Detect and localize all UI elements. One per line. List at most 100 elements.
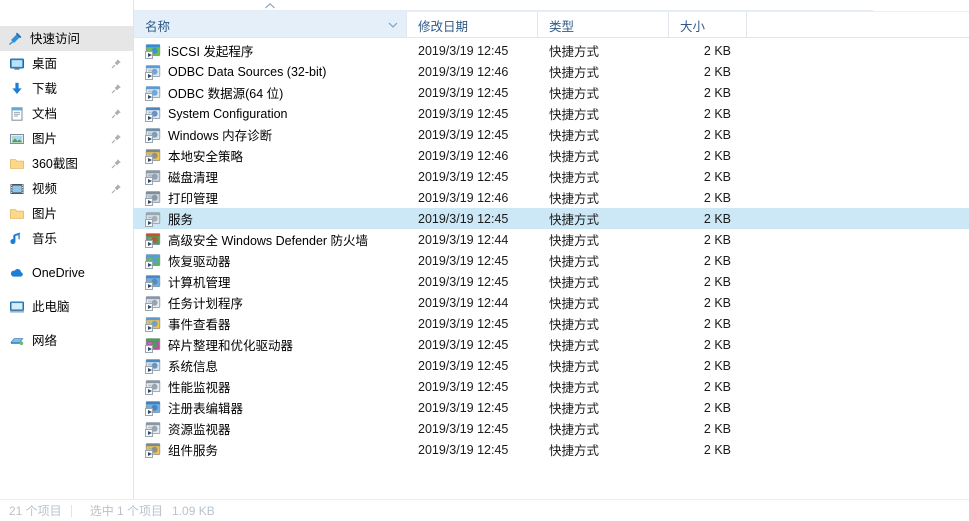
file-name-label: 注册表编辑器 [168,402,244,416]
file-date-cell: 2019/3/19 12:45 [418,85,509,100]
file-name-cell: 性能监视器 [134,377,407,396]
file-row[interactable]: 磁盘清理 2019/3/19 12:45 快捷方式 2 KB [134,166,969,187]
pin-icon[interactable] [110,83,122,95]
file-date-cell: 2019/3/19 12:45 [418,253,509,268]
file-row[interactable]: ODBC Data Sources (32-bit) 2019/3/19 12:4… [134,61,969,82]
file-size-cell: 2 KB [703,358,731,373]
nav-item-desktop[interactable]: 桌面 [0,51,133,76]
file-row[interactable]: 注册表编辑器 2019/3/19 12:45 快捷方式 2 KB [134,397,969,418]
nav-item-this-pc[interactable]: 此电脑 [0,294,133,319]
dcomcnfg-shortcut-icon [145,442,161,458]
file-name-cell: 碎片整理和优化驱动器 [134,335,407,354]
nav-item-quick-access[interactable]: 快速访问 [0,26,133,51]
file-row[interactable]: 资源监视器 2019/3/19 12:45 快捷方式 2 KB [134,418,969,439]
nav-item-pictures[interactable]: 图片 [0,126,133,151]
file-name-cell: 打印管理 [134,188,407,207]
download-icon [8,81,25,97]
pictures-icon [8,131,25,147]
file-type-cell: 快捷方式 [549,108,600,122]
file-type-cell: 快捷方式 [549,423,600,437]
column-header-row[interactable]: 名称 修改日期 类型 大小 [134,2,969,38]
file-name-cell: System Configuration [134,106,407,122]
file-name-label: 系统信息 [168,360,219,374]
resmon-shortcut-icon [145,421,161,437]
nav-item-label: 文档 [32,106,58,121]
file-row[interactable]: 打印管理 2019/3/19 12:46 快捷方式 2 KB [134,187,969,208]
column-header-date-modified[interactable]: 修改日期 [407,12,538,38]
nav-item-pictures-folder[interactable]: 图片 [0,201,133,226]
file-name-label: iSCSI 发起程序 [168,45,254,59]
nav-item-label: 此电脑 [32,299,70,314]
file-type-cell: 快捷方式 [549,45,600,59]
file-date-cell: 2019/3/19 12:45 [418,43,509,58]
nav-separator-3 [0,319,133,328]
file-row[interactable]: 服务 2019/3/19 12:45 快捷方式 2 KB [134,208,969,229]
nav-item-onedrive[interactable]: OneDrive [0,260,133,285]
file-name-cell: 资源监视器 [134,419,407,438]
nav-item-videos[interactable]: 视频 [0,176,133,201]
chevron-down-icon[interactable] [388,22,398,29]
pin-icon[interactable] [110,108,122,120]
file-type-cell: 快捷方式 [549,234,600,248]
file-list[interactable]: iSCSI 发起程序 2019/3/19 12:45 快捷方式 2 KB ODBC Da… [134,38,969,460]
file-name-label: System Configuration [168,106,288,121]
navigation-pane[interactable]: 快速访问 桌面 下载 文档 图片 360截图 视频 图片 音乐 OneDrive… [0,0,134,521]
nav-item-downloads[interactable]: 下载 [0,76,133,101]
nav-item-label: 网络 [32,333,58,348]
pin-icon[interactable] [110,133,122,145]
nav-item-label: 360截图 [32,156,78,171]
column-header-label: 大小 [680,19,706,34]
regedit-shortcut-icon [145,400,161,416]
nav-item-label: 快速访问 [30,31,81,46]
file-size-cell: 2 KB [703,148,731,163]
file-row[interactable]: 恢复驱动器 2019/3/19 12:45 快捷方式 2 KB [134,250,969,271]
file-size-cell: 2 KB [703,442,731,457]
nav-item-label: 下载 [32,81,58,96]
secpol-shortcut-icon [145,148,161,164]
nav-item-360-screenshots[interactable]: 360截图 [0,151,133,176]
file-row[interactable]: 性能监视器 2019/3/19 12:45 快捷方式 2 KB [134,376,969,397]
file-type-cell: 快捷方式 [549,339,600,353]
nav-item-label: 图片 [32,206,58,221]
file-type-cell: 快捷方式 [549,402,600,416]
file-date-cell: 2019/3/19 12:45 [418,379,509,394]
column-header-size[interactable]: 大小 [669,12,747,38]
file-row[interactable]: 高级安全 Windows Defender 防火墙 2019/3/19 12:44… [134,229,969,250]
file-name-cell: 注册表编辑器 [134,398,407,417]
status-item-count: 21 个项目 [9,503,62,518]
file-row[interactable]: System Configuration 2019/3/19 12:45 快捷方式 2… [134,103,969,124]
file-row[interactable]: 组件服务 2019/3/19 12:45 快捷方式 2 KB [134,439,969,460]
file-date-cell: 2019/3/19 12:45 [418,106,509,121]
onedrive-cloud-icon [8,265,25,281]
file-row[interactable]: 碎片整理和优化驱动器 2019/3/19 12:45 快捷方式 2 KB [134,334,969,355]
file-type-cell: 快捷方式 [549,255,600,269]
taskscheduler-shortcut-icon [145,295,161,311]
content-top-strip [134,0,969,12]
services-shortcut-icon [145,211,161,227]
file-row[interactable]: ODBC 数据源(64 位) 2019/3/19 12:45 快捷方式 2 KB [134,82,969,103]
column-header-type[interactable]: 类型 [538,12,669,38]
video-icon [8,181,25,197]
file-type-cell: 快捷方式 [549,276,600,290]
iscsi-shortcut-icon [145,43,161,59]
file-size-cell: 2 KB [703,316,731,331]
column-header-filler [747,12,969,38]
pin-icon[interactable] [110,58,122,70]
file-name-cell: iSCSI 发起程序 [134,41,407,60]
file-row[interactable]: 计算机管理 2019/3/19 12:45 快捷方式 2 KB [134,271,969,292]
pin-icon[interactable] [110,158,122,170]
column-header-name[interactable]: 名称 [134,2,407,38]
file-date-cell: 2019/3/19 12:45 [418,421,509,436]
nav-item-documents[interactable]: 文档 [0,101,133,126]
explorer-body: 快速访问 桌面 下载 文档 图片 360截图 视频 图片 音乐 OneDrive… [0,0,969,521]
file-row[interactable]: 任务计划程序 2019/3/19 12:44 快捷方式 2 KB [134,292,969,313]
pin-icon[interactable] [110,183,122,195]
nav-item-network[interactable]: 网络 [0,328,133,353]
file-row[interactable]: 事件查看器 2019/3/19 12:45 快捷方式 2 KB [134,313,969,334]
nav-item-music[interactable]: 音乐 [0,226,133,251]
file-row[interactable]: iSCSI 发起程序 2019/3/19 12:45 快捷方式 2 KB [134,40,969,61]
file-row[interactable]: 本地安全策略 2019/3/19 12:46 快捷方式 2 KB [134,145,969,166]
file-row[interactable]: Windows 内存诊断 2019/3/19 12:45 快捷方式 2 KB [134,124,969,145]
file-size-cell: 2 KB [703,400,731,415]
file-row[interactable]: 系统信息 2019/3/19 12:45 快捷方式 2 KB [134,355,969,376]
